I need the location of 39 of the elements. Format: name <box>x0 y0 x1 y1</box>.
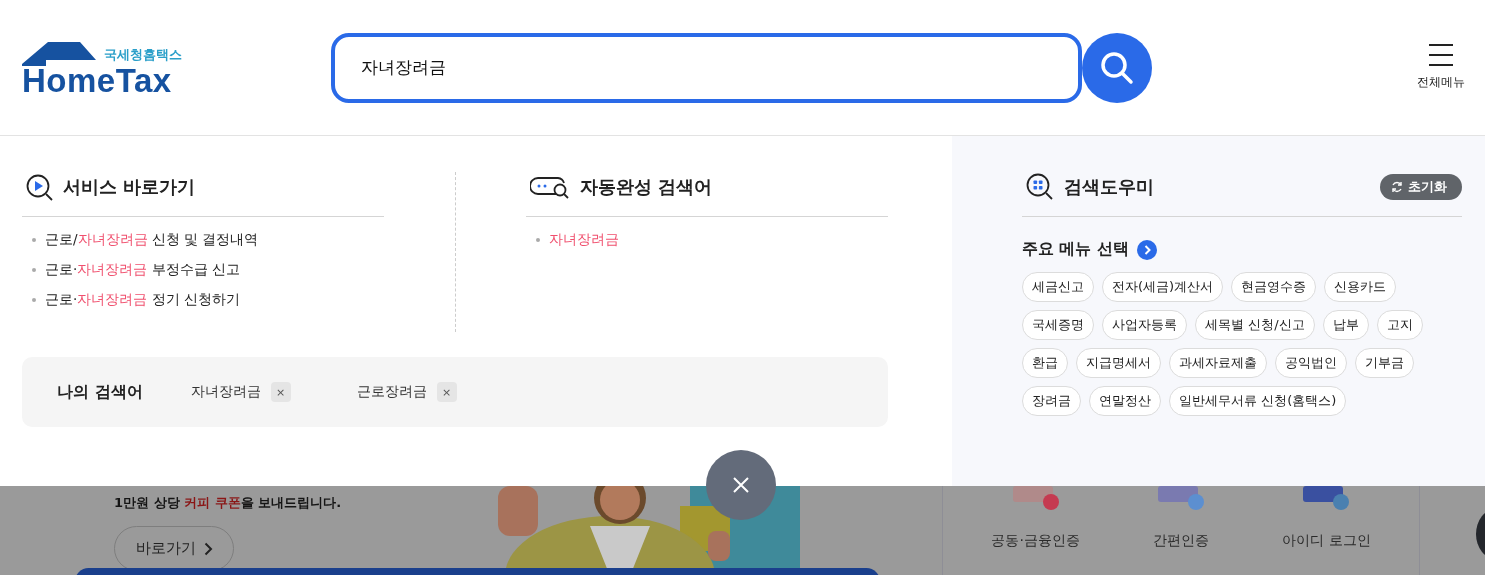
logo-title[interactable]: HomeTax <box>22 65 322 96</box>
section-title: 서비스 바로가기 <box>63 175 196 199</box>
menu-tag[interactable]: 공익법인 <box>1275 348 1347 378</box>
menu-tag[interactable]: 지급명세서 <box>1076 348 1161 378</box>
menu-tag[interactable]: 일반세무서류 신청(홈택스) <box>1169 386 1347 416</box>
menu-tag[interactable]: 세금신고 <box>1022 272 1094 302</box>
reset-button[interactable]: 초기화 <box>1380 174 1462 200</box>
login-option-label[interactable]: 아이디 로그인 <box>1282 532 1371 550</box>
search-field[interactable]: 자녀장려금 <box>331 32 1082 103</box>
recent-searches-title: 나의 검색어 <box>57 381 143 403</box>
recent-search-link[interactable]: 자녀장려금 <box>190 383 261 401</box>
menu-tag[interactable]: 연말정산 <box>1089 386 1161 416</box>
menu-tag[interactable]: 전자(세금)계산서 <box>1102 272 1224 302</box>
recent-search-link[interactable]: 근로장려금 <box>356 383 427 401</box>
suggestion-link[interactable]: 자녀장려금 <box>549 231 619 249</box>
logo-subtitle: 국세청홈택스 <box>104 45 182 64</box>
menu-tag[interactable]: 국세증명 <box>1022 310 1094 340</box>
menu-tag[interactable]: 신용카드 <box>1324 272 1397 302</box>
menu-tag[interactable]: 고지 <box>1376 310 1423 340</box>
login-option-label[interactable]: 공동·금융인증 <box>991 532 1080 550</box>
section-title: 검색도우미 <box>1064 175 1154 199</box>
menu-tag[interactable]: 납부 <box>1322 310 1369 340</box>
menu-tag[interactable]: 기부금 <box>1355 348 1414 378</box>
menu-tag[interactable]: 사업자등록 <box>1102 310 1187 340</box>
menu-select-title: 주요 메뉴 선택 <box>1022 239 1129 260</box>
remove-button[interactable]: × <box>436 382 457 402</box>
service-link[interactable]: 근로/자녀장려금 신청 및 결정내역 <box>45 231 259 249</box>
login-option-label[interactable]: 간편인증 <box>1153 532 1209 550</box>
section-title: 자동완성 검색어 <box>580 175 713 199</box>
full-menu-button[interactable]: 전체메뉴 <box>1417 44 1465 91</box>
service-link[interactable]: 근로·자녀장려금 정기 신청하기 <box>45 291 240 309</box>
service-link[interactable]: 근로·자녀장려금 부정수급 신고 <box>45 261 240 279</box>
menu-tag[interactable]: 환급 <box>1022 348 1068 378</box>
menu-tag[interactable]: 세목별 신청/신고 <box>1195 310 1315 340</box>
menu-tag[interactable]: 과세자료제출 <box>1169 348 1267 378</box>
promo-text: 1만원 상당 커피 쿠폰을 보내드립니다. <box>114 494 343 512</box>
menu-tag[interactable]: 현금영수증 <box>1231 272 1317 302</box>
remove-button[interactable]: × <box>270 382 291 402</box>
menu-tag[interactable]: 장려금 <box>1022 386 1081 416</box>
